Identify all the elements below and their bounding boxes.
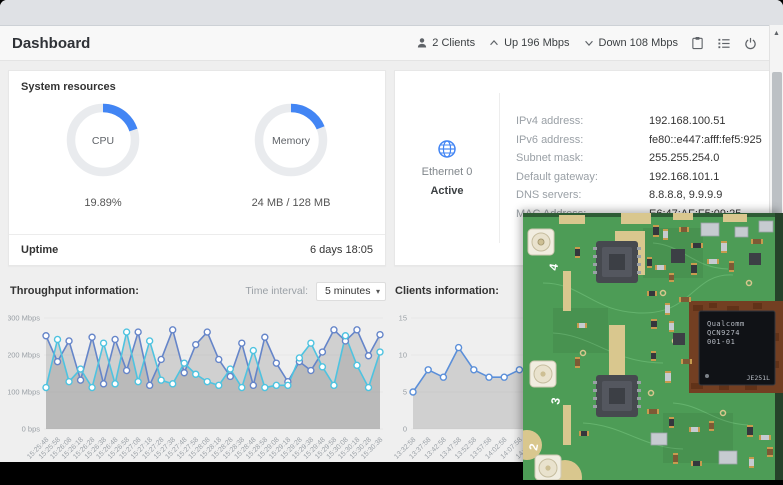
interface-summary: Ethernet 0 Active [395,139,499,197]
field-label: Subnet mask: [516,152,584,164]
svg-text:200 Mbps: 200 Mbps [8,351,40,360]
ufl-connector-2 [534,454,562,481]
gauges-row: CPU 19.89% Memory 24 MB / 128 MB [9,99,385,209]
rf-ic-bottom [593,375,641,417]
time-interval-value: 5 minutes [325,285,371,297]
header-status-group: 2 Clients Up 196 Mbps Down 108 Mbps [416,36,757,50]
interface-details-list: IPv4 address: 192.168.100.51 IPv6 address:… [500,114,762,222]
ufl-connector-4 [527,228,555,256]
downlink-rate: Down 108 Mbps [583,37,679,49]
interface-field-row: Subnet mask: 255.255.254.0 [516,151,762,167]
svg-text:0: 0 [403,425,407,434]
clients-count-label: 2 Clients [432,37,476,49]
list-icon [718,38,730,48]
svg-text:5: 5 [403,388,407,397]
svg-text:100 Mbps: 100 Mbps [8,388,40,397]
field-value: fe80::e447:afff:fef5:925 [649,133,762,146]
field-label: IPv4 address: [516,115,584,127]
globe-icon [438,140,456,158]
cpu-gauge: CPU 19.89% [62,99,144,209]
svg-text:10: 10 [399,351,407,360]
interface-field-row: Default gateway: 192.168.101.1 [516,170,762,186]
page-title: Dashboard [12,34,91,52]
list-button[interactable] [717,37,731,50]
memory-gauge: Memory 24 MB / 128 MB [250,99,332,209]
field-label: DNS servers: [516,189,582,201]
time-interval-label: Time interval: [245,285,308,297]
uplink-rate-label: Up 196 Mbps [504,37,570,49]
power-icon [745,37,756,49]
caret-down-icon: ▾ [375,286,380,296]
cpu-gauge-value: 19.89% [84,197,122,209]
svg-text:15: 15 [399,314,407,323]
throughput-chart: 0 bps100 Mbps200 Mbps300 Mbps15:25:4815:… [8,314,384,461]
pcb-photo: 4 3 2 Qualcomm QCN9274 001-01 JE251L [512,213,783,485]
uptime-label: Uptime [21,244,59,256]
svg-text:300 Mbps: 300 Mbps [8,314,40,323]
field-value: 255.255.254.0 [649,152,720,164]
chip-brand: Qualcomm [707,320,745,328]
interface-field-row: DNS servers: 8.8.8.8, 9.9.9.9 [516,188,762,204]
downlink-rate-label: Down 108 Mbps [598,37,679,49]
ufl-connector-3 [529,360,557,388]
memory-gauge-value: 24 MB / 128 MB [251,197,331,209]
interface-name: Ethernet 0 [421,166,473,178]
system-resources-card: System resources CPU 19.89% Memory 24 MB / … [8,70,386,266]
interface-field-row: IPv4 address: 192.168.100.51 [516,114,762,130]
chevron-down-icon [584,40,593,47]
chevron-up-icon [490,39,498,46]
field-value: 192.168.100.51 [649,115,726,127]
clipboard-button[interactable] [691,36,704,50]
clipboard-icon [692,36,703,50]
clients-title: Clients information: [395,285,499,297]
field-value: 192.168.101.1 [649,170,720,183]
user-icon [418,38,427,48]
chip-model: QCN9274 [707,329,740,337]
field-label: Default gateway: [516,170,598,183]
uplink-rate: Up 196 Mbps [488,37,570,49]
svg-text:0 bps: 0 bps [22,425,41,434]
interface-field-row: IPv6 address: fe80::e447:afff:fef5:925 [516,133,762,149]
time-interval-select[interactable]: 5 minutes ▾ [316,281,386,301]
chip-rev: 001-01 [707,338,735,346]
interface-status-badge: Active [430,185,464,197]
uptime-row: Uptime 6 days 18:05 [9,234,385,265]
window-titlebar [0,0,783,26]
field-value: 8.8.8.8, 9.9.9.9 [649,189,723,201]
qualcomm-chip: Qualcomm QCN9274 001-01 JE251L [689,301,783,393]
system-resources-title: System resources [21,81,116,93]
rf-ic-top [593,241,641,283]
field-label: IPv6 address: [516,133,584,146]
svg-text:Memory: Memory [272,135,311,147]
chip-code: JE251L [747,374,771,382]
power-button[interactable] [744,37,757,50]
scroll-up-icon[interactable]: ▲ [770,25,783,37]
uptime-value: 6 days 18:05 [310,244,373,256]
clients-count: 2 Clients [416,37,475,49]
pcb-board: 4 3 2 Qualcomm QCN9274 001-01 JE251L [512,213,783,485]
svg-text:CPU: CPU [92,135,114,147]
throughput-title: Throughput information: [10,285,139,297]
app-header: Dashboard 2 Clients Up 196 Mbps Down 108… [0,26,783,61]
